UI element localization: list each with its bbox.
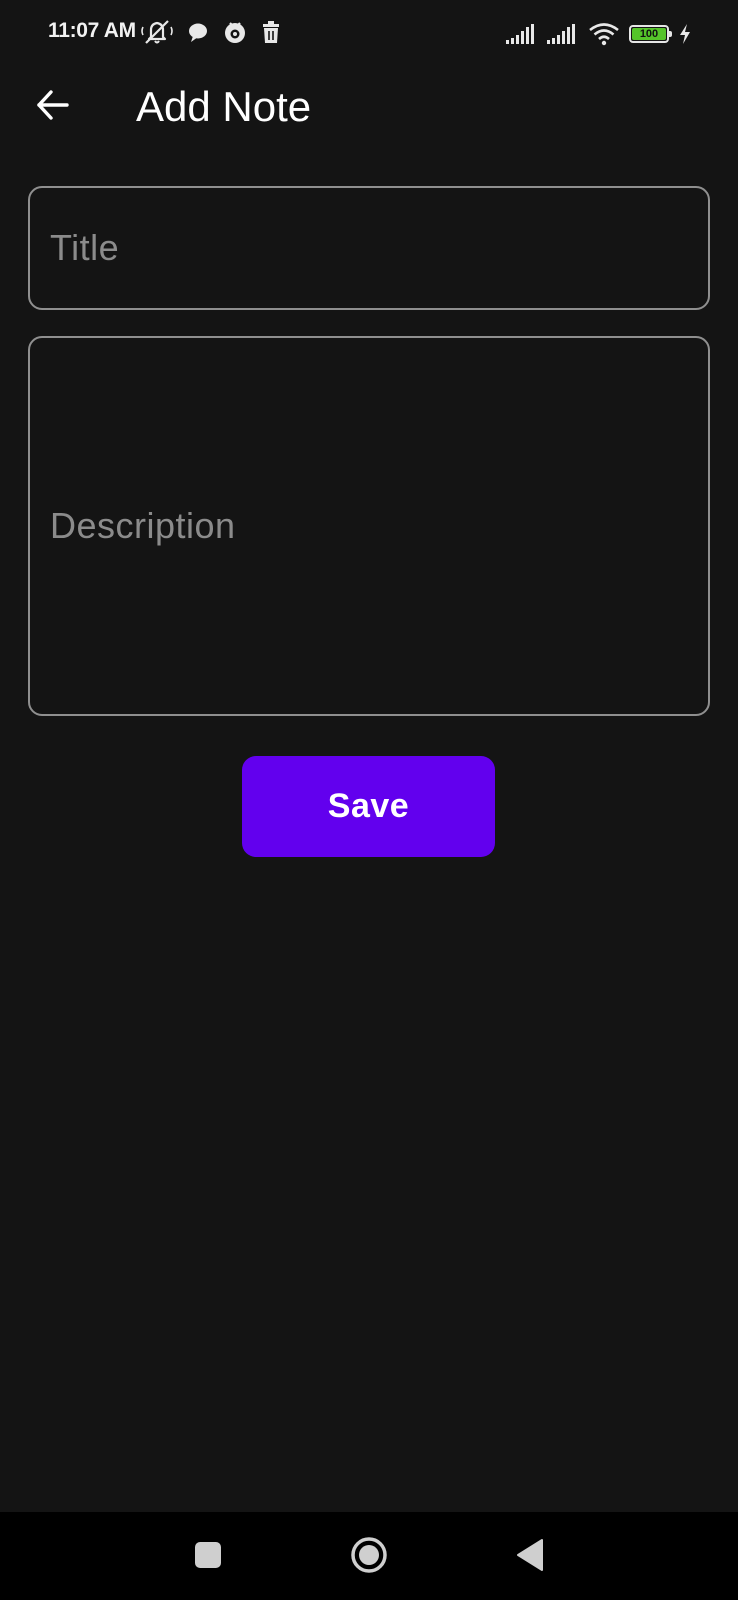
save-button[interactable]: Save bbox=[242, 756, 495, 857]
status-time: 11:07 AM bbox=[48, 19, 136, 42]
status-right-icons: 100 bbox=[506, 20, 692, 48]
battery-nub bbox=[669, 31, 672, 37]
wifi-icon bbox=[588, 22, 620, 46]
trash-icon bbox=[260, 20, 282, 44]
battery-icon: 100 bbox=[629, 25, 672, 43]
back-triangle-icon bbox=[515, 1538, 545, 1577]
app-notification-icon bbox=[222, 19, 248, 45]
recents-button[interactable] bbox=[181, 1530, 235, 1584]
signal-icon bbox=[547, 23, 579, 45]
title-input[interactable] bbox=[28, 186, 710, 310]
app-bar: Add Note bbox=[0, 66, 738, 146]
description-input[interactable] bbox=[28, 336, 710, 716]
back-button[interactable] bbox=[30, 84, 76, 130]
chat-bubble-icon bbox=[186, 20, 210, 44]
battery-fill: 100 bbox=[632, 28, 666, 40]
recents-square-icon bbox=[193, 1540, 223, 1575]
status-bar: 11:07 AM 100 bbox=[0, 0, 738, 66]
home-circle-icon bbox=[349, 1535, 389, 1580]
arrow-left-icon bbox=[35, 87, 71, 128]
system-back-button[interactable] bbox=[503, 1530, 557, 1584]
battery-level: 100 bbox=[639, 28, 659, 40]
signal-icon bbox=[506, 23, 538, 45]
charging-icon bbox=[678, 23, 692, 45]
page-title: Add Note bbox=[136, 83, 312, 130]
mute-icon bbox=[140, 18, 174, 46]
home-button[interactable] bbox=[342, 1530, 396, 1584]
navigation-bar bbox=[0, 1512, 738, 1600]
status-left-icons bbox=[140, 18, 282, 46]
